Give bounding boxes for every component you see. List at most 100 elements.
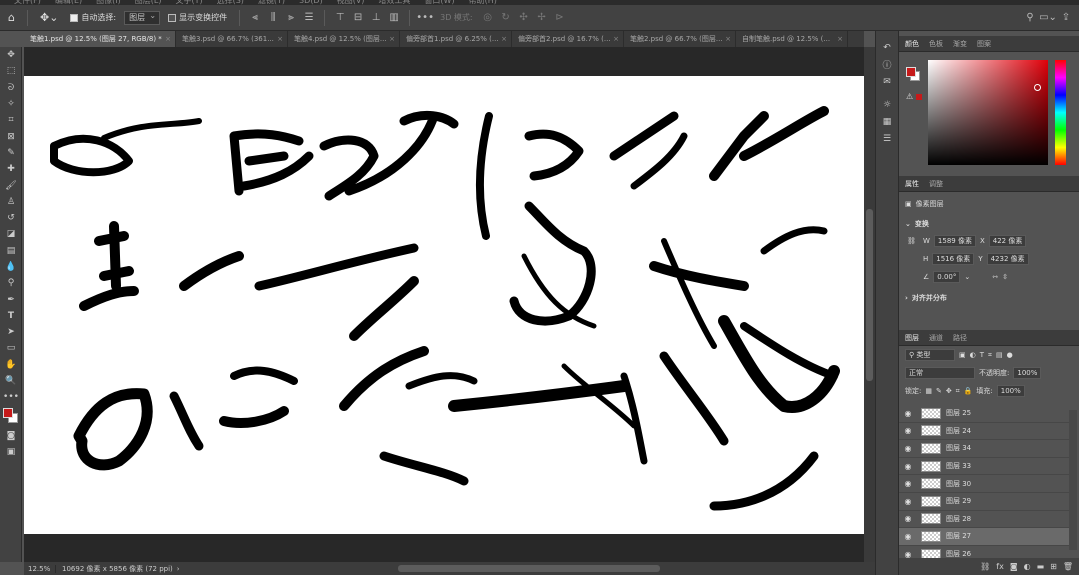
document-tab[interactable]: 笔触2.psd @ 66.7% (图层... × (624, 31, 736, 47)
blur-tool-icon[interactable]: 💧 (0, 259, 22, 275)
layer-row[interactable]: ◉ 图层 34 (899, 440, 1069, 458)
hand-tool-icon[interactable]: ✋ (0, 357, 22, 373)
tab-gradients[interactable]: 渐变 (953, 39, 967, 49)
info-icon[interactable]: ⓘ (876, 56, 898, 73)
color-field[interactable] (928, 60, 1048, 165)
move-tool-icon[interactable]: ✥ (0, 47, 22, 63)
foreground-color-swatch[interactable] (3, 407, 13, 418)
close-icon[interactable]: × (501, 31, 507, 47)
magic-wand-tool-icon[interactable]: ✧ (0, 96, 22, 112)
close-icon[interactable]: × (613, 31, 619, 47)
tab-patterns[interactable]: 图案 (977, 39, 991, 49)
path-selection-tool-icon[interactable]: ➤ (0, 324, 22, 340)
move-tool-preset-icon[interactable]: ✥⌄ (36, 9, 62, 27)
eye-icon[interactable]: ◉ (899, 462, 917, 471)
eyedropper-tool-icon[interactable]: ✎ (0, 145, 22, 161)
layer-row-selected[interactable]: ◉ 图层 27 (899, 528, 1069, 546)
adjustments-icon[interactable]: ☼ (876, 96, 898, 113)
dodge-tool-icon[interactable]: ⚲ (0, 275, 22, 291)
lasso-tool-icon[interactable]: ᘐ (0, 80, 22, 96)
screen-mode-icon[interactable]: ▣ (0, 444, 22, 460)
layer-row[interactable]: ◉ 图层 33 (899, 458, 1069, 476)
eye-icon[interactable]: ◉ (899, 444, 917, 453)
close-icon[interactable]: × (389, 31, 395, 47)
fx-icon[interactable]: fx (996, 562, 1004, 571)
layers-scrollbar[interactable] (1069, 410, 1077, 550)
tab-adjustments[interactable]: 调整 (929, 179, 943, 189)
filter-type-icon[interactable]: T (980, 351, 984, 359)
lock-all-icon[interactable]: 🔒 (964, 387, 973, 395)
auto-select-dropdown[interactable]: 图层 (124, 10, 161, 25)
opacity-field[interactable]: 100% (1013, 367, 1042, 379)
orbit-3d-icon[interactable]: ◎ (481, 11, 495, 25)
tab-properties[interactable]: 属性 (905, 179, 919, 189)
layer-row[interactable]: ◉ 图层 29 (899, 493, 1069, 511)
layer-row[interactable]: ◉ 图层 24 (899, 423, 1069, 441)
healing-brush-tool-icon[interactable]: ✚ (0, 161, 22, 177)
eye-icon[interactable]: ◉ (899, 426, 917, 435)
filter-toggle-icon[interactable]: ● (1007, 351, 1013, 359)
chevron-down-icon[interactable]: ⌄ (964, 273, 970, 281)
new-adjustment-icon[interactable]: ◐ (1024, 562, 1031, 571)
lock-artboard-icon[interactable]: ⌗ (956, 387, 960, 396)
flip-vertical-icon[interactable]: ⇳ (1002, 273, 1008, 281)
layer-filter-dropdown[interactable]: ⚲ 类型 (905, 349, 955, 361)
blend-mode-dropdown[interactable]: 正常 (905, 367, 975, 379)
styles-icon[interactable]: ▦ (876, 113, 898, 130)
document-tab[interactable]: 笔触4.psd @ 12.5% (图层... × (288, 31, 400, 47)
tab-paths[interactable]: 路径 (953, 333, 967, 343)
gamut-swatch[interactable] (916, 94, 922, 100)
align-middle-icon[interactable]: ⊟ (351, 11, 365, 25)
y-field[interactable]: 4232 像素 (986, 253, 1029, 265)
zoom-tool-icon[interactable]: 🔍 (0, 373, 22, 389)
crop-tool-icon[interactable]: ⌗ (0, 112, 22, 128)
libraries-icon[interactable]: ☰ (876, 130, 898, 147)
close-icon[interactable]: × (165, 31, 171, 47)
show-transform-checkbox[interactable]: 显示变换控件 (164, 9, 231, 27)
lock-pixels-icon[interactable]: ✎ (936, 387, 942, 395)
document-tab[interactable]: 偏旁部首2.psd @ 16.7% (... × (512, 31, 624, 47)
new-layer-icon[interactable]: ⊞ (1050, 562, 1057, 571)
align-right-icon[interactable]: ⫸ (284, 11, 298, 25)
document-tab[interactable]: 偏旁部首1.psd @ 6.25% (... × (400, 31, 512, 47)
eye-icon[interactable]: ◉ (899, 497, 917, 506)
distribute-icon[interactable]: ▥ (387, 11, 401, 25)
close-icon[interactable]: × (277, 31, 283, 47)
tab-color[interactable]: 颜色 (905, 39, 919, 49)
eraser-tool-icon[interactable]: ◪ (0, 226, 22, 242)
filter-pixel-icon[interactable]: ▣ (959, 351, 966, 359)
zoom-level[interactable]: 12.5% (24, 564, 56, 573)
comments-icon[interactable]: ✉ (876, 73, 898, 90)
align-left-icon[interactable]: ⫷ (248, 11, 262, 25)
share-icon[interactable]: ⇪ (1059, 11, 1073, 25)
new-group-icon[interactable]: ▬ (1037, 562, 1045, 571)
tab-channels[interactable]: 通道 (929, 333, 943, 343)
align-section[interactable]: › 对齐并分布 (899, 290, 1079, 306)
tab-layers[interactable]: 图层 (905, 333, 919, 343)
eye-icon[interactable]: ◉ (899, 409, 917, 418)
document-tab[interactable]: 笔触3.psd @ 66.7% (361... × (176, 31, 288, 47)
workspace-icon[interactable]: ▭⌄ (1039, 11, 1057, 25)
search-icon[interactable]: ⚲ (1023, 11, 1037, 25)
slide-3d-icon[interactable]: ✢ (535, 11, 549, 25)
hue-slider[interactable] (1055, 60, 1066, 165)
pan-3d-icon[interactable]: ✣ (517, 11, 531, 25)
foreground-color-chip[interactable] (906, 67, 916, 77)
eye-icon[interactable]: ◉ (899, 532, 917, 541)
type-tool-icon[interactable]: T (0, 308, 22, 324)
lock-transparent-icon[interactable]: ▦ (925, 387, 932, 395)
align-vertical-icon[interactable]: ☰ (302, 11, 316, 25)
chevron-right-icon[interactable]: › (177, 565, 180, 573)
align-bottom-icon[interactable]: ⊥ (369, 11, 383, 25)
quick-mask-icon[interactable]: ◙ (0, 428, 22, 444)
color-swatches[interactable] (0, 406, 22, 428)
history-icon[interactable]: ↶ (876, 39, 898, 56)
document-info[interactable]: 10692 像素 x 5856 像素 (72 ppi) (56, 564, 173, 574)
history-brush-tool-icon[interactable]: ↺ (0, 210, 22, 226)
transform-section[interactable]: ⌄ 变换 (899, 216, 1079, 232)
lock-position-icon[interactable]: ✥ (946, 387, 952, 395)
frame-tool-icon[interactable]: ⊠ (0, 128, 22, 144)
warning-icon[interactable]: ⚠ (906, 92, 913, 101)
layer-row[interactable]: ◉ 图层 25 (899, 405, 1069, 423)
color-picker-ring[interactable] (1034, 84, 1041, 91)
